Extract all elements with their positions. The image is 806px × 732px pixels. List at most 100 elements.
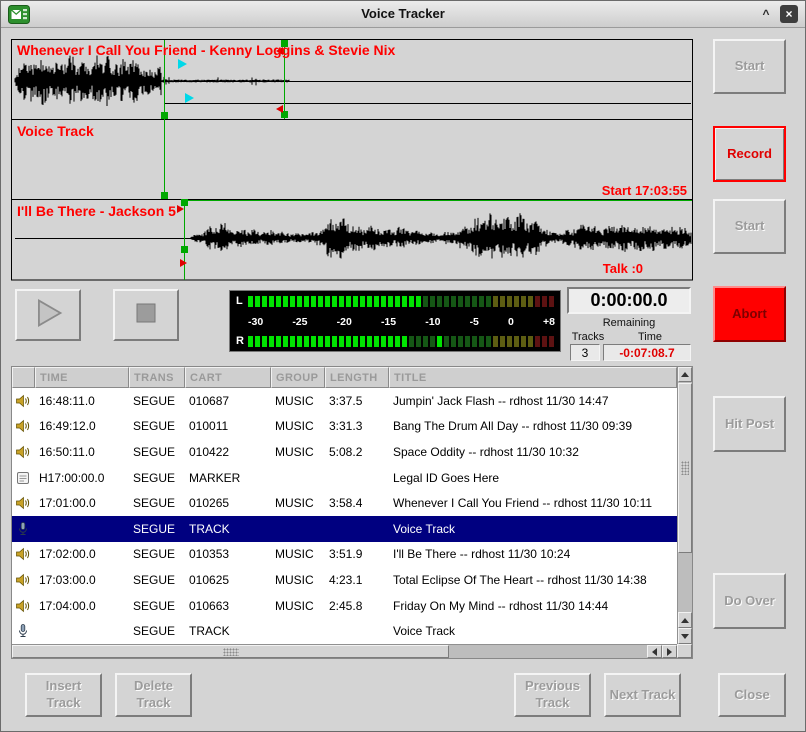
log-row[interactable]: 17:02:00.0SEGUE010353MUSIC3:51.9I'll Be … — [12, 542, 677, 568]
log-row[interactable]: H17:00:00.0SEGUEMARKERLegal ID Goes Here — [12, 465, 677, 491]
column-header-trans[interactable]: TRANS — [129, 367, 185, 388]
cell-length: 3:58.4 — [325, 496, 389, 510]
cell-cart: 010353 — [185, 547, 271, 561]
waveform-track1 — [15, 56, 289, 107]
shade-window-icon[interactable]: ^ — [757, 5, 775, 23]
window-title: Voice Tracker — [1, 6, 805, 21]
cell-length: 5:08.2 — [325, 445, 389, 459]
close-button[interactable]: Close — [718, 673, 786, 717]
remaining-tracks-value: 3 — [570, 344, 600, 361]
meter-scale: -30 -25 -20 -15 -10 -5 0 +8 — [248, 316, 555, 328]
column-header-cart[interactable]: CART — [185, 367, 271, 388]
cell-group: MUSIC — [271, 419, 325, 433]
insert-track-button[interactable]: Insert Track — [25, 673, 102, 717]
speaker-icon — [12, 598, 35, 614]
fade-marker-icon[interactable] — [180, 259, 187, 267]
fade-marker-icon[interactable] — [276, 105, 283, 113]
record-button[interactable]: Record — [713, 126, 786, 182]
remaining-panel: Remaining Tracks Time 3 -0:07:08.7 — [567, 317, 691, 362]
next-track-button[interactable]: Next Track — [604, 673, 681, 717]
log-row[interactable]: 16:49:12.0SEGUE010011MUSIC3:31.3Bang The… — [12, 414, 677, 440]
vertical-scroll-thumb[interactable] — [678, 383, 692, 553]
scroll-up-icon[interactable] — [678, 367, 692, 382]
previous-track-button[interactable]: Previous Track — [514, 673, 591, 717]
cell-cart: TRACK — [185, 624, 271, 638]
waveform-panel[interactable]: Whenever I Call You Friend - Kenny Loggi… — [11, 39, 693, 281]
mic-icon — [12, 521, 35, 537]
log-row[interactable]: 16:50:11.0SEGUE010422MUSIC5:08.2Space Od… — [12, 439, 677, 465]
do-over-button[interactable]: Do Over — [713, 573, 786, 629]
column-header-group[interactable]: GROUP — [271, 367, 325, 388]
close-window-icon[interactable]: × — [780, 5, 798, 23]
cell-time: 17:03:00.0 — [35, 573, 129, 587]
log-row[interactable]: 17:01:00.0SEGUE010265MUSIC3:58.4Whenever… — [12, 490, 677, 516]
speaker-icon — [12, 572, 35, 588]
start-2-button[interactable]: Start — [713, 199, 786, 254]
scrollbar-corner — [677, 644, 692, 658]
edit-handle[interactable] — [181, 199, 188, 206]
meter-left-label: L — [236, 296, 248, 307]
vertical-scrollbar[interactable] — [677, 367, 692, 644]
scale-tick: -15 — [381, 316, 396, 328]
delete-track-button[interactable]: Delete Track — [115, 673, 192, 717]
log-header: TIME TRANS CART GROUP LENGTH TITLE — [12, 367, 677, 388]
meter-right-label: R — [236, 336, 248, 347]
scroll-up-icon[interactable] — [678, 612, 692, 628]
horizontal-scroll-thumb[interactable] — [12, 645, 449, 658]
hit-post-button[interactable]: Hit Post — [713, 396, 786, 452]
waveform-canvas[interactable] — [11, 39, 693, 281]
edit-handle[interactable] — [161, 112, 168, 119]
log-row[interactable]: 17:04:00.0SEGUE010663MUSIC2:45.8Friday O… — [12, 593, 677, 619]
abort-button[interactable]: Abort — [713, 286, 786, 342]
cell-trans: SEGUE — [129, 547, 185, 561]
log-row[interactable]: 16:48:11.0SEGUE010687MUSIC3:37.5Jumpin' … — [12, 388, 677, 414]
cell-time: 17:04:00.0 — [35, 599, 129, 613]
cell-cart: 010687 — [185, 394, 271, 408]
cell-title: Voice Track — [389, 522, 677, 536]
horizontal-scrollbar[interactable] — [12, 644, 677, 658]
log-row[interactable]: 17:03:00.0SEGUE010625MUSIC4:23.1Total Ec… — [12, 567, 677, 593]
track3-talk-time: Talk :0 — [603, 261, 643, 276]
column-header-time[interactable]: TIME — [35, 367, 129, 388]
log-row[interactable]: SEGUETRACKVoice Track — [12, 516, 677, 542]
edit-handle[interactable] — [181, 246, 188, 253]
cell-length: 2:45.8 — [325, 599, 389, 613]
column-header-title[interactable]: TITLE — [389, 367, 677, 388]
fade-marker-icon[interactable] — [177, 205, 184, 213]
cell-trans: SEGUE — [129, 394, 185, 408]
remaining-time-value: -0:07:08.7 — [603, 344, 691, 361]
cell-trans: SEGUE — [129, 471, 185, 485]
start-1-button[interactable]: Start — [713, 39, 786, 94]
meter-left-segments — [248, 296, 555, 307]
remaining-label: Remaining — [567, 317, 691, 329]
voice-tracker-window: Voice Tracker ^ × — [0, 0, 806, 732]
cell-title: Jumpin' Jack Flash -- rdhost 11/30 14:47 — [389, 394, 677, 408]
cell-length: 4:23.1 — [325, 573, 389, 587]
scale-tick: -30 — [248, 316, 263, 328]
scroll-left-icon[interactable] — [647, 645, 662, 658]
tracks-label: Tracks — [567, 331, 609, 343]
scale-tick: -20 — [337, 316, 352, 328]
cell-trans: SEGUE — [129, 445, 185, 459]
cell-title: Whenever I Call You Friend -- rdhost 11/… — [389, 496, 677, 510]
cell-title: Bang The Drum All Day -- rdhost 11/30 09… — [389, 419, 677, 433]
log-table: TIME TRANS CART GROUP LENGTH TITLE 16:48… — [11, 366, 693, 659]
play-button[interactable] — [15, 289, 81, 341]
waveform-track3 — [191, 213, 691, 258]
edit-handle[interactable] — [161, 192, 168, 199]
stop-button[interactable] — [113, 289, 179, 341]
cell-title: I'll Be There -- rdhost 11/30 10:24 — [389, 547, 677, 561]
column-header-icon[interactable] — [12, 367, 35, 388]
speaker-icon — [12, 546, 35, 562]
cell-title: Total Eclipse Of The Heart -- rdhost 11/… — [389, 573, 677, 587]
cell-title: Legal ID Goes Here — [389, 471, 677, 485]
cell-group: MUSIC — [271, 394, 325, 408]
log-row[interactable]: SEGUETRACKVoice Track — [12, 618, 677, 644]
cell-cart: TRACK — [185, 522, 271, 536]
scroll-right-icon[interactable] — [662, 645, 677, 658]
cell-cart: 010625 — [185, 573, 271, 587]
cell-cart: 010663 — [185, 599, 271, 613]
column-header-length[interactable]: LENGTH — [325, 367, 389, 388]
marker-icon — [12, 470, 35, 486]
scroll-down-icon[interactable] — [678, 628, 692, 644]
